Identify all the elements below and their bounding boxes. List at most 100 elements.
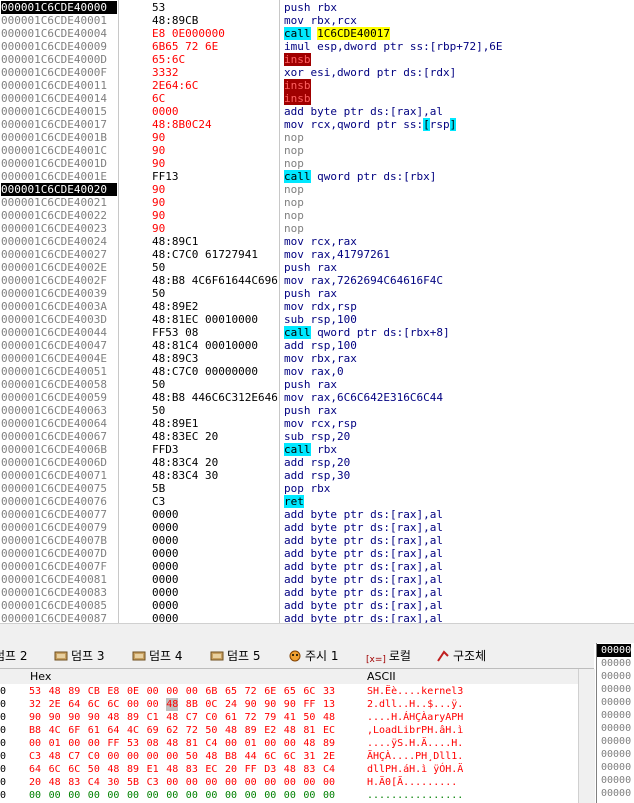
hex-byte[interactable]: 00 [147,698,159,711]
stack-address[interactable]: 00000 [601,722,631,735]
hex-byte[interactable]: C7 [68,750,80,763]
hex-byte[interactable]: 00 [284,789,296,802]
hex-byte[interactable]: 00 [205,789,217,802]
hex-byte[interactable]: 72 [245,685,257,698]
hex-byte[interactable]: EC [205,763,217,776]
hex-byte[interactable]: 48 [166,737,178,750]
hex-row[interactable]: 000000000000000000000000000000000.......… [0,789,578,802]
hex-byte[interactable]: 00 [88,737,100,750]
hex-byte[interactable]: 72 [186,724,198,737]
hex-row[interactable]: 0 C3 48 C7 C0 00 00 00 00 50 48 B8 44 6C 6C 31 2E ÃHÇÀ...… [0,750,578,763]
disasm-row[interactable]: 000001C6CDE4000D 65:6C insb [0,53,634,66]
hex-byte[interactable]: E8 [107,685,119,698]
hex-byte[interactable]: 6C [68,763,80,776]
hex-byte[interactable]: 89 [127,711,139,724]
hex-byte[interactable]: 64 [68,698,80,711]
stack-pane[interactable]: 00000 00000 00000 00000 00000 00000 00000 00000… [596,643,634,803]
hex-byte[interactable]: 13 [323,698,335,711]
disasm-row[interactable]: 000001C6CDE40051 48:C7C0 00000000 mov rax,… [0,365,634,378]
hex-row[interactable]: 0 B8 4C 6F 61 64 4C 69 62 72 50 48 89 E2 48 81 EC ,LoadLi… [0,724,578,737]
hex-byte[interactable]: C4 [205,737,217,750]
hex-byte[interactable]: 90 [284,698,296,711]
hex-byte[interactable]: 48 [49,750,61,763]
hex-byte[interactable]: C0 [205,711,217,724]
call-target[interactable]: 1C6CDE40017 [317,27,390,40]
hex-byte[interactable]: 83 [303,763,315,776]
hex-byte[interactable]: 48 [166,763,178,776]
hex-byte[interactable]: 50 [205,724,217,737]
hex-byte[interactable]: 00 [147,685,159,698]
hex-byte[interactable]: 00 [323,776,335,789]
stack-address[interactable]: 00000 [597,644,632,657]
hex-byte[interactable]: 00 [303,776,315,789]
hex-byte[interactable]: 48 [284,763,296,776]
hex-byte[interactable]: 6B [205,685,217,698]
hex-byte[interactable]: 6C [49,763,61,776]
disasm-row[interactable]: 000001C6CDE4007B 0000 add byte ptr ds:[rax… [0,534,634,547]
disasm-row[interactable]: 000001C6CDE40039 50 push rax [0,287,634,300]
hex-byte[interactable]: 61 [225,711,237,724]
hex-byte[interactable]: D3 [264,763,276,776]
disasm-row[interactable]: 000001C6CDE40044 FF53 08 call qword ptr ds… [0,326,634,339]
disasm-row[interactable]: 000001C6CDE40064 48:89E1 mov rcx,rsp [0,417,634,430]
disasm-row[interactable]: 000001C6CDE4002F 48:B8 4C6F61644C696 mov r… [0,274,634,287]
disasm-row[interactable]: 000001C6CDE4000F 3332 xor esi,dword ptr ds… [0,66,634,79]
hex-byte[interactable]: 4C [127,724,139,737]
disasm-row[interactable]: 000001C6CDE40077 0000 add byte ptr ds:[rax… [0,508,634,521]
hex-byte[interactable]: 41 [284,711,296,724]
hex-byte[interactable]: 90 [68,711,80,724]
tab-locals[interactable]: [x=] 로컬 [366,647,411,665]
hex-byte[interactable]: 48 [107,763,119,776]
hex-byte[interactable]: 89 [245,724,257,737]
hex-row[interactable]: 0 53 48 89 CB E8 0E 00 00 00 6B 65 72 6E 65 6C 33 SH.Ëè..… [0,685,578,698]
hex-byte[interactable]: C3 [29,750,41,763]
disasm-row[interactable]: 000001C6CDE40015 0000 add byte ptr ds:[rax… [0,105,634,118]
hex-byte[interactable]: 90 [264,698,276,711]
disasm-row[interactable]: 000001C6CDE4006B FFD3 call rbx [0,443,634,456]
hex-byte[interactable]: 48 [166,698,179,711]
hex-byte[interactable]: 83 [186,763,198,776]
disasm-row[interactable]: 000001C6CDE40024 48:89C1 mov rcx,rax [0,235,634,248]
hex-byte[interactable]: 00 [264,776,276,789]
hex-byte[interactable]: 48 [323,711,335,724]
hex-scrollbar[interactable] [578,669,595,803]
hex-byte[interactable]: 64 [29,763,41,776]
hex-byte[interactable]: 65 [225,685,237,698]
hex-byte[interactable]: 83 [68,776,80,789]
hex-row[interactable]: 0 64 6C 6C 50 48 89 E1 48 83 EC 20 FF D3 48 83 C4 dllPH.á… [0,763,578,776]
horizontal-splitter[interactable] [0,623,634,644]
hex-byte[interactable]: 61 [88,724,100,737]
hex-byte[interactable]: 00 [107,750,119,763]
hex-byte[interactable]: 30 [107,776,119,789]
tab-struct[interactable]: 구조체 [436,647,486,665]
hex-byte[interactable]: 48 [107,711,119,724]
hex-byte[interactable]: 00 [49,789,61,802]
disasm-row[interactable]: 000001C6CDE40087 0000 add byte ptr ds:[rax… [0,612,634,623]
disasm-row[interactable]: 000001C6CDE40021 90 nop [0,196,634,209]
disasm-row[interactable]: 000001C6CDE40075 5B pop rbx [0,482,634,495]
hex-byte[interactable]: 00 [166,789,178,802]
disasm-row[interactable]: 000001C6CDE40017 48:8B0C24 mov rcx,qword p… [0,118,634,131]
hex-byte[interactable]: 89 [127,763,139,776]
hex-byte[interactable]: 2E [49,698,61,711]
hex-byte[interactable]: 00 [245,776,257,789]
disasm-row[interactable]: 000001C6CDE40000 53 push rbx [0,1,634,14]
hex-byte[interactable]: 00 [186,789,198,802]
hex-byte[interactable]: 2E [323,750,335,763]
hex-byte[interactable]: 81 [303,724,315,737]
disasm-row[interactable]: 000001C6CDE40081 0000 add byte ptr ds:[rax… [0,573,634,586]
hex-byte[interactable]: 00 [127,789,139,802]
hex-byte[interactable]: 6C [264,750,276,763]
hex-byte[interactable]: 20 [29,776,41,789]
stack-address[interactable]: 00000 [601,696,631,709]
hex-byte[interactable]: 00 [127,698,139,711]
hex-byte[interactable]: CB [88,685,100,698]
disasm-row[interactable]: 000001C6CDE4006D 48:83C4 20 add rsp,20 [0,456,634,469]
hex-byte[interactable]: 00 [68,737,80,750]
disasm-row[interactable]: 000001C6CDE40004 E8 0E000000 call 1C6CDE40… [0,27,634,40]
hex-byte[interactable]: E2 [264,724,276,737]
stack-address[interactable]: 00000 [601,748,631,761]
hex-byte[interactable]: 4C [49,724,61,737]
disasm-row[interactable]: 000001C6CDE4007F 0000 add byte ptr ds:[rax… [0,560,634,573]
hex-byte[interactable]: 64 [107,724,119,737]
